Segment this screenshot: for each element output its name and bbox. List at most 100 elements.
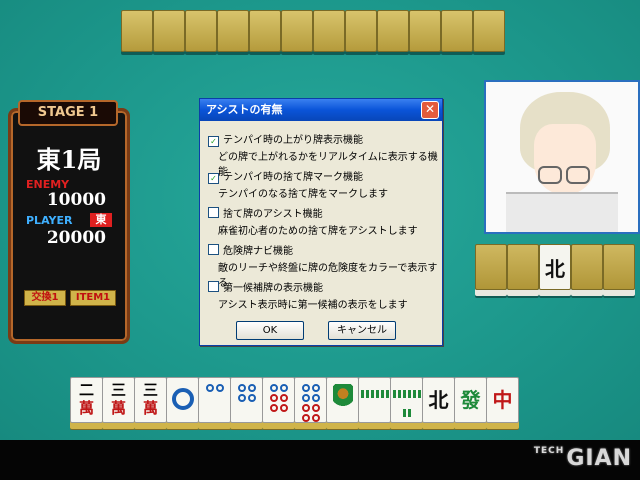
wall-tile xyxy=(475,244,507,290)
hand-tile[interactable]: 三萬 xyxy=(102,377,135,423)
pin-dots xyxy=(167,384,198,410)
close-icon[interactable]: ✕ xyxy=(421,101,439,119)
tile-honor: 北 xyxy=(428,388,449,412)
sou-sticks xyxy=(391,384,422,422)
wall-tile xyxy=(571,244,603,290)
option-label: 捨て牌のアシスト機能 xyxy=(223,209,323,220)
hand-tile[interactable] xyxy=(390,377,423,423)
enemy-score: 10000 xyxy=(46,190,106,210)
bamboo-stick xyxy=(380,390,384,398)
swap-button[interactable]: 交換1 xyxy=(24,290,66,306)
bamboo-stick xyxy=(402,409,406,417)
checkbox[interactable]: ✓ xyxy=(208,173,219,184)
tile-suit: 萬 xyxy=(78,399,94,417)
pin-dot xyxy=(311,404,320,412)
opponent-tile xyxy=(185,10,217,52)
option-description: テンパイのなる捨て牌をマークします xyxy=(218,189,388,200)
opponent-tile xyxy=(217,10,249,52)
assist-option-1[interactable]: ✓ テンパイ時の上がり牌表示機能 xyxy=(208,131,363,147)
checkbox[interactable] xyxy=(208,207,219,218)
hand-tile[interactable]: 三萬 xyxy=(134,377,167,423)
bamboo-stick xyxy=(412,390,416,398)
wall-tile-face: 北 xyxy=(539,244,571,290)
hand-tile[interactable]: 發 xyxy=(454,377,487,423)
tile-number: 三 xyxy=(142,381,158,399)
item-button[interactable]: ITEM1 xyxy=(70,290,116,306)
hand-tile[interactable] xyxy=(166,377,199,423)
tile-honor: 中 xyxy=(492,388,513,412)
hand-tile[interactable] xyxy=(326,377,359,423)
opponent-tile xyxy=(409,10,441,52)
opponent-portrait xyxy=(484,80,640,234)
bamboo-stick xyxy=(370,390,374,398)
player-label: PLAYER xyxy=(26,214,73,227)
option-description: 麻雀初心者のための捨て牌をアシストします xyxy=(218,226,418,237)
round-label: 東1局 xyxy=(36,145,102,174)
portrait-coat xyxy=(506,192,618,232)
bamboo-stick xyxy=(407,390,411,398)
pin-dot xyxy=(311,384,320,392)
ok-button[interactable]: OK xyxy=(236,321,304,340)
pin-dot xyxy=(215,384,224,392)
bamboo-stick xyxy=(385,390,389,398)
assist-option-4[interactable]: 危険牌ナビ機能 xyxy=(208,242,293,257)
tile-number: 三 xyxy=(110,381,126,399)
checkbox[interactable] xyxy=(208,244,219,255)
hand-tile[interactable] xyxy=(294,377,327,423)
assist-option-3[interactable]: 捨て牌のアシスト機能 xyxy=(208,205,323,220)
hand-tile[interactable] xyxy=(230,377,263,423)
opponent-tile xyxy=(121,10,153,52)
cancel-button[interactable]: キャンセル xyxy=(328,321,396,340)
bamboo-stick xyxy=(417,390,421,398)
bamboo-stick xyxy=(360,390,364,398)
pin-dot xyxy=(301,404,310,412)
dialog-titlebar[interactable]: アシストの有無 ✕ xyxy=(200,99,442,121)
pin-dot xyxy=(171,388,194,410)
opponent-tile xyxy=(441,10,473,52)
hand-tile[interactable] xyxy=(358,377,391,423)
bamboo-stick xyxy=(375,390,379,398)
pin-dot xyxy=(301,394,310,402)
pin-dot xyxy=(247,394,256,402)
wall-tile xyxy=(603,244,635,290)
stage-label: STAGE 1 xyxy=(18,100,118,126)
pin-dot xyxy=(301,384,310,392)
pin-dot xyxy=(269,394,278,402)
hand-tile[interactable]: 二萬 xyxy=(70,377,103,423)
opponent-tile xyxy=(281,10,313,52)
assist-option-5[interactable]: 第一候補牌の表示機能 xyxy=(208,279,323,294)
hand-tile[interactable]: 北 xyxy=(422,377,455,423)
checkbox[interactable] xyxy=(208,281,219,292)
bamboo-stick xyxy=(392,390,396,398)
pin-dot xyxy=(279,404,288,412)
pin-dot xyxy=(269,404,278,412)
tile-suit: 萬 xyxy=(142,399,158,417)
pin-dot xyxy=(269,384,278,392)
tile-honor: 發 xyxy=(460,388,481,412)
opponent-tile xyxy=(345,10,377,52)
pin-dot xyxy=(237,394,246,402)
pin-dot xyxy=(279,384,288,392)
opponent-tile xyxy=(313,10,345,52)
glasses-left xyxy=(538,166,562,184)
tile-suit: 萬 xyxy=(110,399,126,417)
player-score: 20000 xyxy=(46,228,106,248)
bamboo-stick xyxy=(407,409,411,417)
assist-option-2[interactable]: ✓ テンパイ時の捨て牌マーク機能 xyxy=(208,168,363,184)
pin-dot xyxy=(301,414,310,422)
bamboo-stick xyxy=(397,390,401,398)
pin-dots xyxy=(263,384,294,412)
wall-tile xyxy=(507,244,539,290)
hand-tile[interactable]: 中 xyxy=(486,377,519,423)
checkbox[interactable]: ✓ xyxy=(208,136,219,147)
pin-dot xyxy=(237,384,246,392)
tile-number: 二 xyxy=(78,381,94,399)
pin-dots xyxy=(231,384,262,402)
pin-dot xyxy=(311,414,320,422)
opponent-tile xyxy=(377,10,409,52)
hand-tile[interactable] xyxy=(198,377,231,423)
opponent-tile xyxy=(473,10,505,52)
option-label: 危険牌ナビ機能 xyxy=(223,246,293,257)
hand-tile[interactable] xyxy=(262,377,295,423)
player-seat-badge: 東 xyxy=(90,213,112,227)
